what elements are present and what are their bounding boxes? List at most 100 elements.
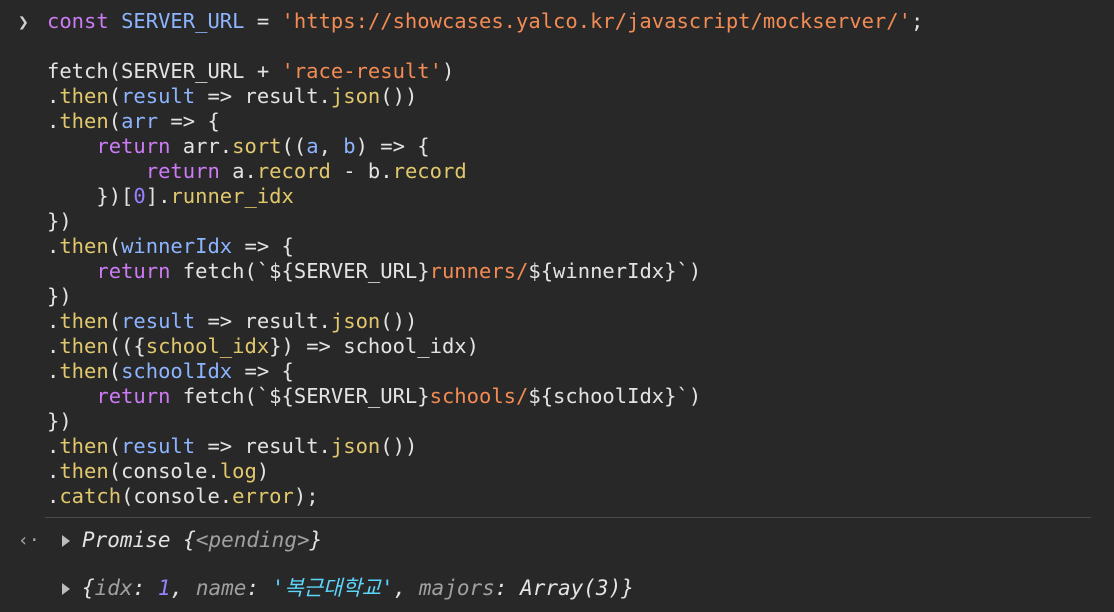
code-line: })	[47, 209, 923, 234]
code-token: result	[121, 309, 196, 333]
code-token: arr	[121, 109, 159, 133]
code-token: (console.	[121, 484, 233, 508]
code-token: b	[343, 134, 356, 158]
log-token: 1	[157, 576, 171, 600]
code-token: (	[108, 234, 122, 258]
code-token: return	[96, 259, 171, 283]
code-line: .catch(console.error);	[47, 484, 923, 509]
code-token: log	[219, 459, 257, 483]
log-object: {idx: 1, name: '복근대학교', majors: Array(3)…	[82, 575, 634, 601]
code-token: .	[47, 459, 60, 483]
log-token: }	[621, 576, 634, 600]
code-token: error	[232, 484, 294, 508]
code-token: ((	[281, 134, 307, 158]
code-token: =	[244, 9, 282, 33]
code-token: a.	[219, 159, 257, 183]
code-token: winnerIdx	[121, 234, 233, 258]
code-token: => {	[232, 234, 294, 258]
log-token: :	[132, 576, 158, 600]
code-token: ) => {	[355, 134, 430, 158]
code-token: then	[59, 459, 109, 483]
code-token: return	[96, 384, 171, 408]
code-token: then	[59, 334, 109, 358]
code-token: json	[330, 84, 381, 108]
code-token: then	[59, 359, 109, 383]
code-token: 'https://showcases.yalco.kr/javascript/m…	[281, 9, 911, 33]
code-token: return	[96, 134, 171, 158]
code-token: ].	[145, 184, 171, 208]
code-token: catch	[59, 484, 122, 508]
log-token: majors	[418, 576, 495, 600]
code-token: (({	[108, 334, 146, 358]
code-token: json	[330, 309, 381, 333]
code-token: => {	[232, 359, 294, 383]
code-token: ${schoolIdx}`)	[528, 384, 702, 408]
code-token: 0	[133, 184, 146, 208]
code-line: .then(result => result.json())	[47, 434, 923, 459]
log-token: :	[246, 576, 272, 600]
code-token: .	[47, 359, 60, 383]
code-token: ())	[380, 84, 418, 108]
code-block[interactable]: const SERVER_URL = 'https://showcases.ya…	[47, 9, 923, 509]
log-token: name	[195, 576, 247, 600]
code-token: .	[47, 84, 60, 108]
code-token: .	[47, 309, 60, 333]
code-token: schoolIdx	[121, 359, 233, 383]
code-token: then	[59, 109, 109, 133]
code-token: (	[108, 309, 122, 333]
code-token: ;	[910, 9, 924, 33]
code-token: => {	[158, 109, 220, 133]
code-token: then	[59, 234, 109, 258]
code-line: .then(result => result.json())	[47, 84, 923, 109]
code-token: record	[392, 159, 467, 183]
log-token: :	[494, 576, 521, 600]
code-token: fetch(`${SERVER_URL}	[170, 259, 430, 283]
return-arrow-icon: ‹·	[18, 530, 40, 551]
promise-label: Promise	[82, 528, 171, 552]
code-line: .then(winnerIdx => {	[47, 234, 923, 259]
expand-triangle-icon[interactable]	[62, 535, 70, 547]
code-token: }) => school_idx)	[269, 334, 479, 358]
code-token: )	[441, 59, 455, 83]
code-token: then	[59, 84, 109, 108]
code-line: .then(({school_idx}) => school_idx)	[47, 334, 923, 359]
code-line: .then(console.log)	[47, 459, 923, 484]
code-token: );	[293, 484, 319, 508]
expand-triangle-icon[interactable]	[62, 583, 70, 595]
code-token: .	[47, 234, 60, 258]
promise-state: <pending>	[195, 528, 310, 552]
code-token: ())	[380, 309, 418, 333]
code-line: .then(arr => {	[47, 109, 923, 134]
code-token: .	[47, 484, 60, 508]
code-token: return	[145, 159, 220, 183]
divider	[45, 517, 1091, 518]
return-value-row[interactable]: ‹· Promise {<pending>}	[0, 527, 1114, 557]
code-token: - b.	[330, 159, 393, 183]
code-token: fetch(SERVER_URL +	[47, 59, 282, 83]
code-token: (	[108, 109, 122, 133]
code-token: ())	[380, 434, 418, 458]
log-output-row[interactable]: {idx: 1, name: '복근대학교', majors: Array(3)…	[0, 575, 1114, 605]
code-token: ${winnerIdx}`)	[528, 259, 702, 283]
code-token: runner_idx	[170, 184, 294, 208]
code-line: const SERVER_URL = 'https://showcases.ya…	[47, 9, 923, 34]
code-token: })	[47, 209, 72, 233]
log-token: Array(3)	[520, 576, 622, 600]
code-token: => result.	[195, 434, 331, 458]
code-token: .	[47, 434, 60, 458]
code-token: then	[59, 434, 109, 458]
code-token: const	[47, 9, 109, 33]
code-line: return fetch(`${SERVER_URL}runners/${win…	[47, 259, 923, 284]
code-token: )	[256, 459, 270, 483]
code-token: SERVER_URL	[121, 9, 245, 33]
code-line: return a.record - b.record	[47, 159, 923, 184]
chevron-right-icon: ❯	[18, 12, 29, 33]
log-token: ,	[170, 576, 196, 600]
log-token: '복근대학교'	[271, 576, 394, 600]
code-token: })	[47, 409, 72, 433]
